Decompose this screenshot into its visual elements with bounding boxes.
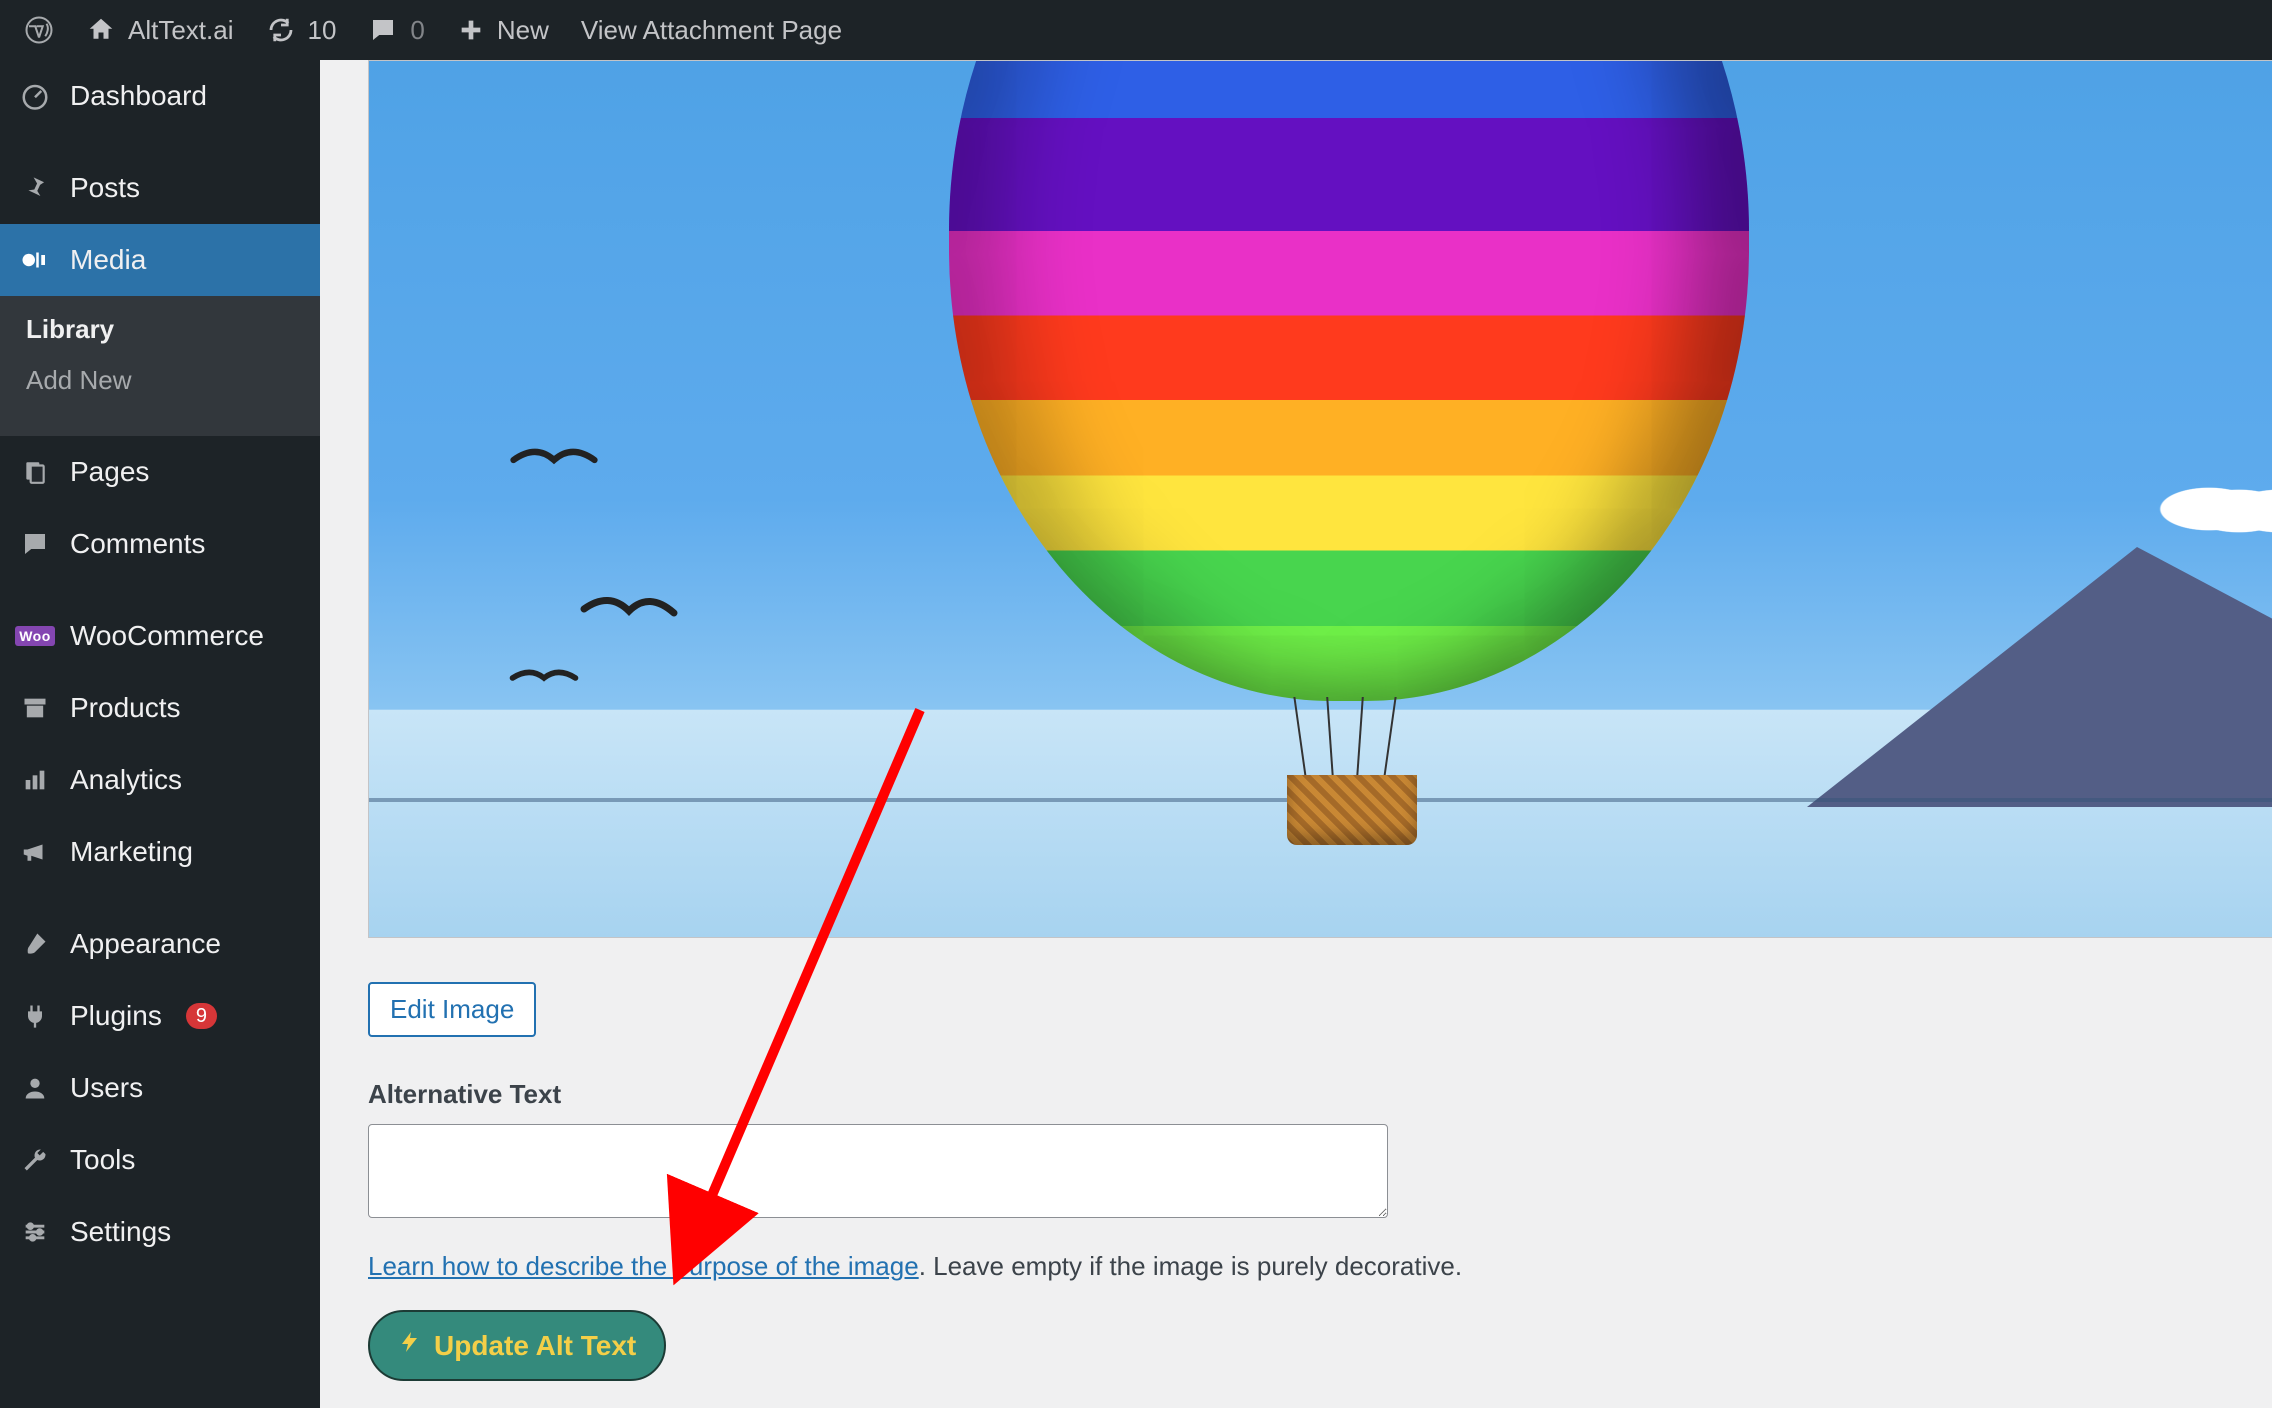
wordpress-icon [24,15,54,45]
sidebar-item-marketing[interactable]: Marketing [0,816,320,888]
sidebar-label: Plugins [70,1000,162,1032]
analytics-icon [18,766,52,794]
sidebar-item-pages[interactable]: Pages [0,436,320,508]
user-icon [18,1074,52,1102]
describe-image-tail: . Leave empty if the image is purely dec… [919,1251,1462,1281]
admin-bar: AltText.ai 10 0 New View Attachment Page [0,0,2272,60]
sidebar-label: Tools [70,1144,135,1176]
update-alt-text-button[interactable]: Update Alt Text [368,1310,666,1381]
new-label: New [497,15,549,46]
megaphone-icon [18,837,52,867]
sidebar-label: Settings [70,1216,171,1248]
view-attachment-label: View Attachment Page [581,15,842,46]
dashboard-icon [18,81,52,111]
comment-icon [368,15,398,45]
comments-link[interactable]: 0 [354,0,438,60]
sidebar-label: Posts [70,172,140,204]
attachment-image-preview [368,60,2272,938]
sidebar-label: Appearance [70,928,221,960]
sidebar-label: Comments [70,528,205,560]
updates-link[interactable]: 10 [252,0,351,60]
view-attachment-link[interactable]: View Attachment Page [567,0,856,60]
updates-count: 10 [308,15,337,46]
home-icon [86,15,116,45]
balloon-ropes [1289,697,1409,777]
pages-icon [18,457,52,487]
sidebar-item-posts[interactable]: Posts [0,152,320,224]
sidebar-item-dashboard[interactable]: Dashboard [0,60,320,132]
plugin-icon [18,1002,52,1030]
balloon-basket [1287,775,1417,845]
brush-icon [18,930,52,958]
sidebar-label: Media [70,244,146,276]
bird-icon [579,591,679,631]
alt-text-label: Alternative Text [368,1079,2272,1110]
sidebar-item-plugins[interactable]: Plugins 9 [0,980,320,1052]
sidebar-item-settings[interactable]: Settings [0,1196,320,1268]
pin-icon [18,174,52,202]
admin-sidebar: Dashboard Posts Media Library Add New Pa… [0,60,320,1408]
sidebar-label: Users [70,1072,143,1104]
sidebar-item-tools[interactable]: Tools [0,1124,320,1196]
sidebar-label: Products [70,692,181,724]
sidebar-separator [0,580,320,600]
new-content-link[interactable]: New [443,0,563,60]
edit-image-button[interactable]: Edit Image [368,982,536,1037]
sidebar-separator [0,132,320,152]
plugins-update-badge: 9 [186,1003,217,1029]
comments-icon [18,529,52,559]
wp-logo[interactable] [10,0,68,60]
describe-image-link[interactable]: Learn how to describe the purpose of the… [368,1251,919,1281]
woocommerce-icon: Woo [18,626,52,646]
sidebar-item-woocommerce[interactable]: Woo WooCommerce [0,600,320,672]
sidebar-label: Marketing [70,836,193,868]
submenu-item-library[interactable]: Library [0,304,320,355]
submenu-item-add-new[interactable]: Add New [0,355,320,406]
media-submenu: Library Add New [0,296,320,436]
update-alt-text-label: Update Alt Text [434,1330,636,1362]
sidebar-item-users[interactable]: Users [0,1052,320,1124]
sidebar-label: Pages [70,456,149,488]
wrench-icon [18,1146,52,1174]
sidebar-item-analytics[interactable]: Analytics [0,744,320,816]
settings-icon [18,1218,52,1246]
sidebar-item-appearance[interactable]: Appearance [0,908,320,980]
alt-text-description: Learn how to describe the purpose of the… [368,1251,2272,1282]
archive-icon [18,694,52,722]
sidebar-label: WooCommerce [70,620,264,652]
comments-count: 0 [410,15,424,46]
bird-icon [509,663,579,693]
bolt-icon [398,1328,422,1363]
sidebar-item-products[interactable]: Products [0,672,320,744]
sidebar-item-media[interactable]: Media [0,224,320,296]
sidebar-label: Analytics [70,764,182,796]
sidebar-separator [0,888,320,908]
site-name-link[interactable]: AltText.ai [72,0,248,60]
attachment-editor: Edit Image Alternative Text Learn how to… [320,60,2272,1408]
site-name-label: AltText.ai [128,15,234,46]
update-icon [266,15,296,45]
media-icon [18,245,52,275]
alt-text-input[interactable] [368,1124,1388,1218]
sidebar-label: Dashboard [70,80,207,112]
plus-icon [457,16,485,44]
sidebar-item-comments[interactable]: Comments [0,508,320,580]
bird-icon [509,441,599,479]
